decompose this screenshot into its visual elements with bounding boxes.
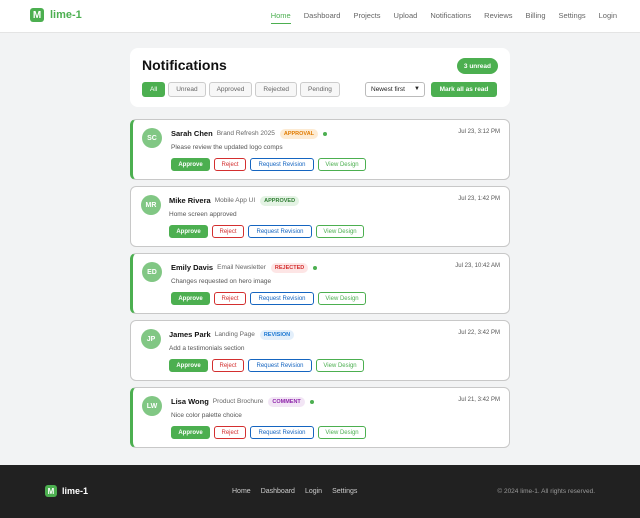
nav-login[interactable]: Login [599, 11, 617, 20]
request-revision-button[interactable]: Request Revision [248, 225, 312, 238]
sender-name: James Park [169, 330, 211, 339]
footer-links: Home Dashboard Login Settings [232, 488, 367, 495]
unread-dot-icon [309, 399, 314, 404]
footer-link-login[interactable]: Login [305, 488, 322, 495]
logo-icon: M [30, 8, 44, 22]
approve-button[interactable]: Approve [171, 292, 210, 305]
notification-card: SC Sarah Chen Brand Refresh 2025 APPROVA… [130, 119, 510, 180]
brand[interactable]: M lime-1 [30, 8, 82, 22]
reject-button[interactable]: Reject [214, 426, 246, 439]
reject-button[interactable]: Reject [212, 359, 244, 372]
unread-dot-icon [313, 265, 318, 270]
project-name: Mobile App UI [214, 197, 256, 204]
notification-card: LW Lisa Wong Product Brochure COMMENT Ju… [130, 387, 510, 448]
filter-unread[interactable]: Unread [168, 82, 206, 97]
notification-message: Home screen approved [169, 211, 237, 218]
avatar: SC [142, 128, 162, 148]
nav-home[interactable]: Home [270, 11, 291, 24]
logo-icon: M [45, 485, 57, 497]
filter-approved[interactable]: Approved [208, 82, 253, 97]
timestamp: Jul 21, 3:42 PM [458, 397, 500, 403]
nav-projects[interactable]: Projects [353, 11, 380, 20]
filter-tabs: All Unread Approved Rejected Pending [142, 82, 343, 97]
project-name: Product Brochure [212, 398, 264, 405]
reject-button[interactable]: Reject [214, 158, 246, 171]
approve-button[interactable]: Approve [171, 158, 210, 171]
filter-rejected[interactable]: Rejected [255, 82, 298, 97]
notification-card: JP James Park Landing Page REVISION Jul … [130, 320, 510, 381]
notification-message: Changes requested on hero image [171, 278, 272, 285]
avatar: MR [141, 195, 161, 215]
chevron-down-icon: ▼ [414, 86, 420, 92]
approve-button[interactable]: Approve [171, 426, 210, 439]
mark-all-read-button[interactable]: Mark all as read [431, 82, 497, 97]
timestamp: Jul 23, 10:42 AM [455, 263, 500, 269]
view-design-button[interactable]: View Design [318, 158, 366, 171]
avatar: ED [142, 262, 162, 282]
notification-card: MR Mike Rivera Mobile App UI APPROVED Ju… [130, 186, 510, 247]
request-revision-button[interactable]: Request Revision [248, 359, 312, 372]
footer-link-settings[interactable]: Settings [332, 488, 357, 495]
status-badge: APPROVED [260, 195, 300, 206]
notification-card: ED Emily Davis Email Newsletter REJECTED… [130, 253, 510, 314]
status-badge: REVISION [259, 329, 295, 340]
timestamp: Jul 23, 3:12 PM [458, 129, 500, 135]
filter-all[interactable]: All [142, 82, 166, 97]
footer-brand-name: lime-1 [62, 486, 89, 496]
top-navbar: M lime-1 Home Dashboard Projects Upload … [0, 0, 640, 33]
filter-pending[interactable]: Pending [300, 82, 340, 97]
notifications-header-card: Notifications 3 unread All Unread Approv… [130, 48, 510, 107]
page-title: Notifications [142, 57, 227, 73]
nav-notifications[interactable]: Notifications [430, 11, 471, 20]
request-revision-button[interactable]: Request Revision [250, 158, 314, 171]
timestamp: Jul 23, 1:42 PM [458, 196, 500, 202]
reject-button[interactable]: Reject [212, 225, 244, 238]
request-revision-button[interactable]: Request Revision [250, 426, 314, 439]
view-design-button[interactable]: View Design [316, 225, 364, 238]
nav-upload[interactable]: Upload [394, 11, 418, 20]
project-name: Email Newsletter [217, 264, 266, 271]
sort-select[interactable]: Newest first ▼ [365, 82, 425, 97]
footer-brand[interactable]: M lime-1 [45, 485, 88, 497]
nav-settings[interactable]: Settings [559, 11, 586, 20]
view-design-button[interactable]: View Design [316, 359, 364, 372]
project-name: Landing Page [214, 331, 255, 338]
avatar: LW [142, 396, 162, 416]
avatar: JP [141, 329, 161, 349]
nav-billing[interactable]: Billing [526, 11, 546, 20]
notification-message: Please review the updated logo comps [171, 144, 283, 151]
notification-message: Nice color palette choice [171, 412, 242, 419]
sender-name: Sarah Chen [171, 129, 213, 138]
nav-dashboard[interactable]: Dashboard [304, 11, 341, 20]
copyright-text: © 2024 lime-1. All rights reserved. [497, 488, 595, 495]
brand-name: lime-1 [50, 9, 82, 21]
sender-name: Emily Davis [171, 263, 214, 272]
approve-button[interactable]: Approve [169, 359, 208, 372]
timestamp: Jul 22, 3:42 PM [458, 330, 500, 336]
project-name: Brand Refresh 2025 [216, 130, 275, 137]
main-nav: Home Dashboard Projects Upload Notificat… [258, 11, 617, 24]
status-badge: COMMENT [268, 396, 305, 407]
footer: M lime-1 Home Dashboard Login Settings ©… [0, 465, 640, 518]
approve-button[interactable]: Approve [169, 225, 208, 238]
unread-count-badge: 3 unread [456, 58, 498, 74]
status-badge: APPROVAL [279, 128, 319, 139]
nav-reviews[interactable]: Reviews [484, 11, 512, 20]
sort-select-value: Newest first [371, 86, 405, 93]
request-revision-button[interactable]: Request Revision [250, 292, 314, 305]
footer-link-dashboard[interactable]: Dashboard [261, 488, 295, 495]
notification-message: Add a testimonials section [169, 345, 245, 352]
footer-link-home[interactable]: Home [232, 488, 251, 495]
sender-name: Mike Rivera [169, 196, 211, 205]
unread-dot-icon [323, 131, 328, 136]
sender-name: Lisa Wong [171, 397, 209, 406]
reject-button[interactable]: Reject [214, 292, 246, 305]
view-design-button[interactable]: View Design [318, 292, 366, 305]
view-design-button[interactable]: View Design [318, 426, 366, 439]
status-badge: REJECTED [270, 262, 309, 273]
